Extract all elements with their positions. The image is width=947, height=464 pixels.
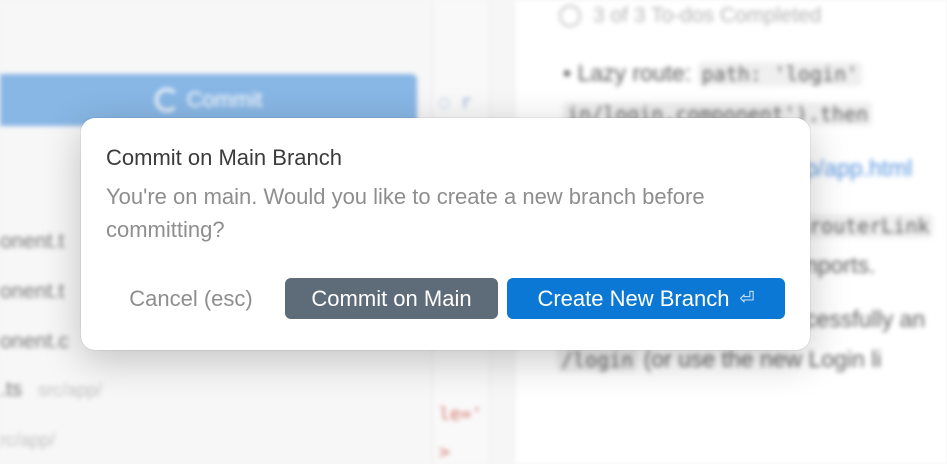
create-new-branch-label: Create New Branch bbox=[537, 285, 730, 311]
commit-branch-dialog: Commit on Main Branch You're on main. Wo… bbox=[81, 118, 810, 350]
return-key-icon: ⏎ bbox=[739, 288, 755, 308]
dialog-title: Commit on Main Branch bbox=[106, 145, 342, 170]
create-new-branch-button[interactable]: Create New Branch ⏎ bbox=[507, 278, 785, 319]
dialog-message: You're on main. Would you like to create… bbox=[106, 184, 705, 242]
cancel-button-label: Cancel (esc) bbox=[129, 285, 253, 311]
cancel-button[interactable]: Cancel (esc) bbox=[107, 278, 275, 319]
commit-on-main-label: Commit on Main bbox=[311, 285, 472, 311]
commit-on-main-button[interactable]: Commit on Main bbox=[285, 278, 498, 319]
